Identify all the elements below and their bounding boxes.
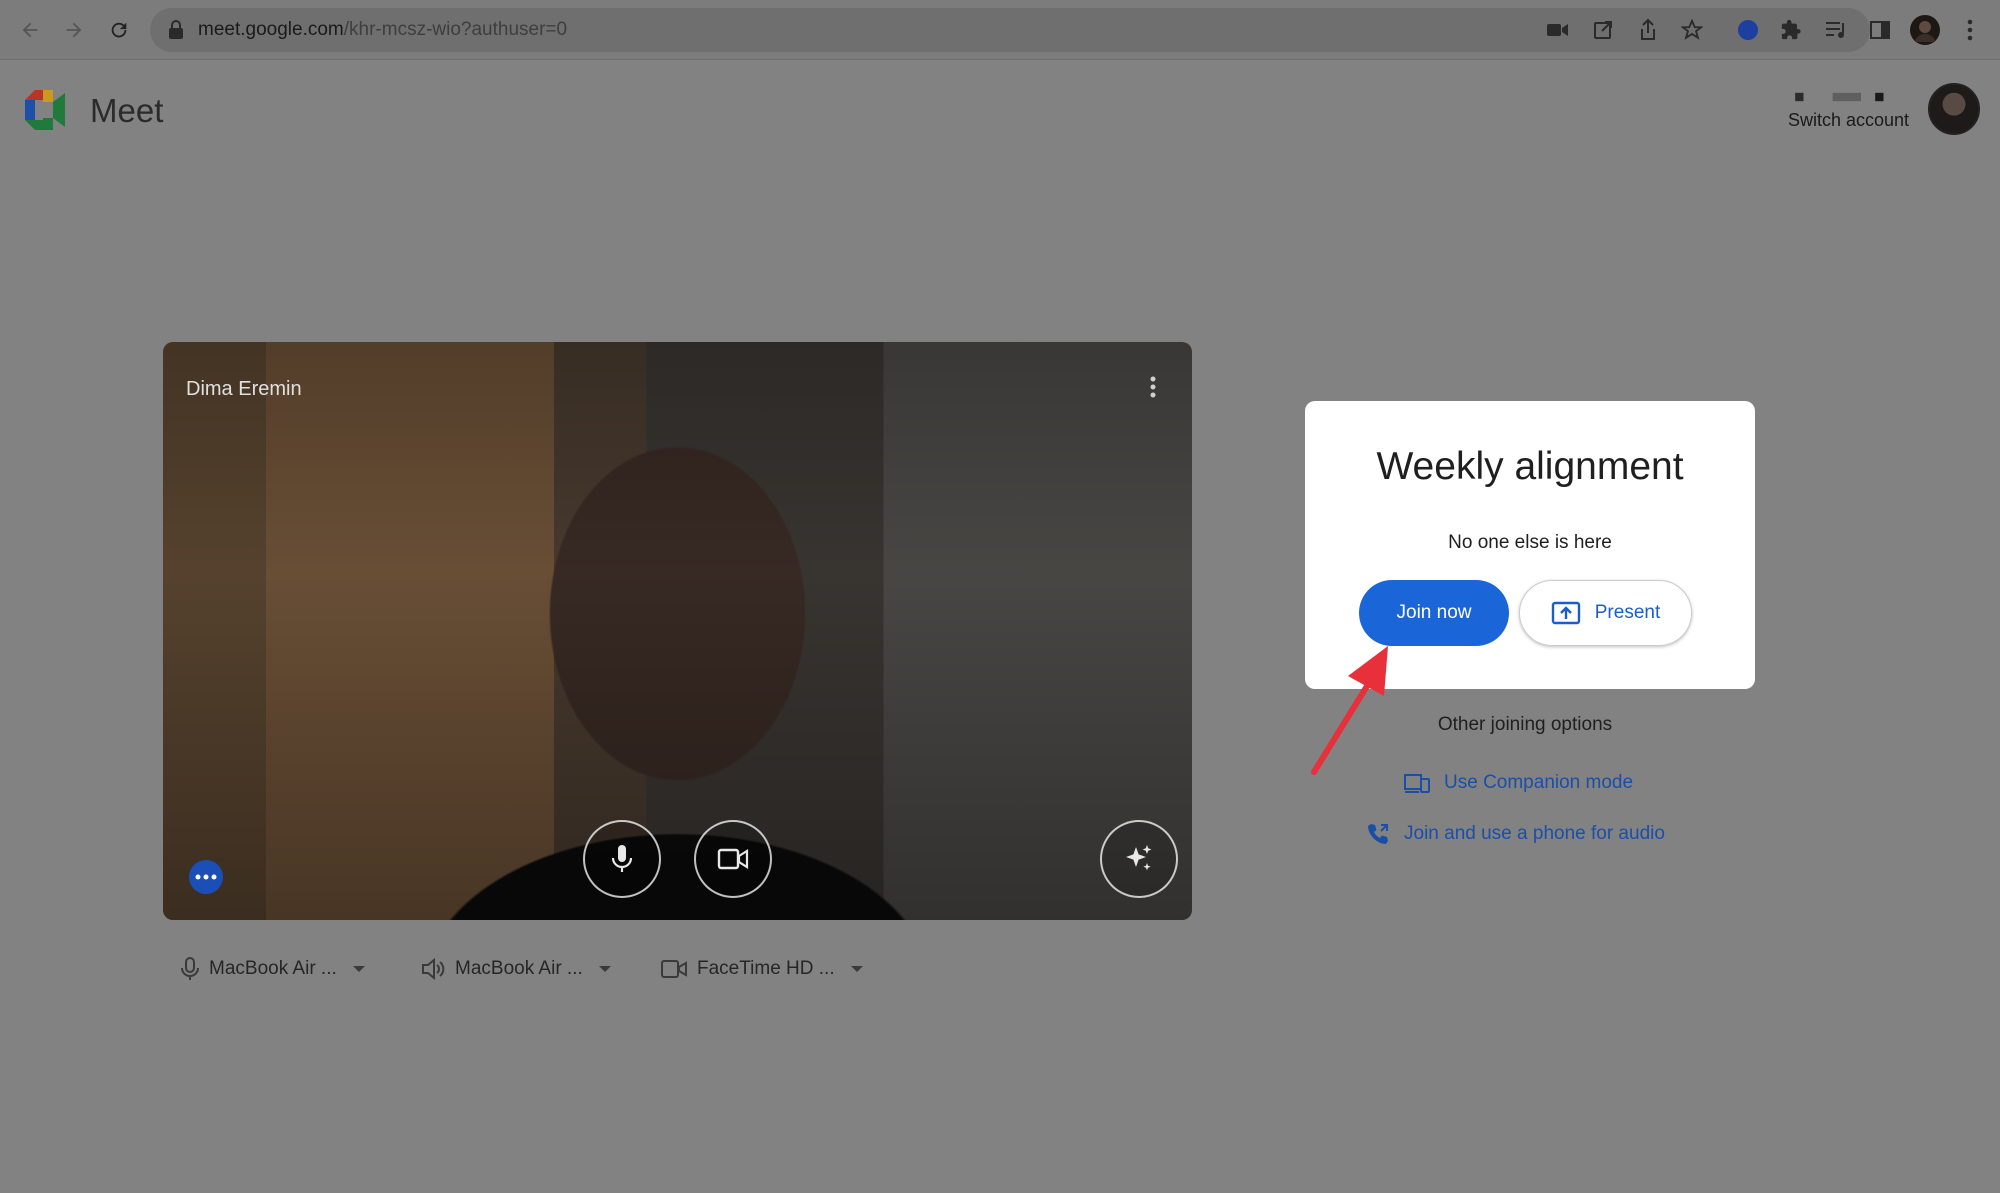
participants-status: No one else is here <box>1448 532 1612 553</box>
companion-mode-link[interactable]: Use Companion mode <box>1404 772 1633 794</box>
account-avatar[interactable] <box>1928 83 1980 135</box>
microphone-toggle[interactable] <box>583 820 661 898</box>
camera-icon <box>717 848 749 870</box>
back-arrow-icon[interactable] <box>14 14 46 46</box>
camera-device-label: FaceTime HD ... <box>697 958 835 979</box>
share-icon[interactable] <box>1633 15 1663 45</box>
url-text: meet.google.com/khr-mcsz-wio?authuser=0 <box>198 19 568 40</box>
forward-arrow-icon[interactable] <box>58 14 90 46</box>
puzzle-extensions-icon[interactable] <box>1776 15 1806 45</box>
self-view-preview: Dima Eremin <box>163 342 1192 920</box>
present-button[interactable]: Present <box>1519 580 1692 646</box>
microphone-icon <box>611 845 633 872</box>
annotation-arrow-icon <box>1311 646 1388 775</box>
chevron-down-icon <box>598 966 611 972</box>
microphone-device-label: MacBook Air ... <box>209 958 337 979</box>
speaker-select[interactable]: MacBook Air ... <box>421 954 611 984</box>
phone-audio-label: Join and use a phone for audio <box>1404 823 1665 844</box>
profile-avatar-icon[interactable] <box>1910 15 1940 45</box>
extension-dot-icon[interactable] <box>1733 15 1763 45</box>
more-dots-icon[interactable] <box>189 860 223 894</box>
present-screen-icon <box>1551 601 1580 625</box>
camera-icon[interactable] <box>1543 15 1573 45</box>
speaker-icon <box>422 958 445 980</box>
companion-mode-label: Use Companion mode <box>1444 772 1634 793</box>
microphone-select[interactable]: MacBook Air ... <box>181 954 365 984</box>
meet-logo-icon[interactable] <box>25 90 73 135</box>
account-email-redacted <box>1795 92 1884 102</box>
camera-select[interactable]: FaceTime HD ... <box>661 954 863 984</box>
chevron-down-icon <box>352 966 365 972</box>
preview-options-icon[interactable] <box>1143 372 1163 402</box>
kebab-menu-icon[interactable] <box>1955 15 1985 45</box>
bookmark-star-icon[interactable] <box>1677 15 1707 45</box>
meeting-title: Weekly alignment <box>1376 445 1684 488</box>
reload-icon[interactable] <box>103 14 135 46</box>
phone-call-icon <box>1368 824 1388 844</box>
microphone-icon <box>181 957 199 980</box>
switch-account-link[interactable]: Switch account <box>1788 110 1909 131</box>
browser-toolbar: meet.google.com/khr-mcsz-wio?authuser=0 <box>0 0 2000 60</box>
side-panel-icon[interactable] <box>1865 15 1895 45</box>
camera-icon <box>661 960 687 978</box>
sparkle-effects-icon <box>1126 845 1152 871</box>
media-controls-icon[interactable] <box>1821 15 1851 45</box>
visual-effects-button[interactable] <box>1100 820 1178 898</box>
camera-toggle[interactable] <box>694 820 772 898</box>
chevron-down-icon <box>850 966 863 972</box>
app-title: Meet <box>90 92 164 129</box>
participant-name: Dima Eremin <box>186 378 302 400</box>
present-label: Present <box>1594 602 1661 623</box>
lock-icon <box>168 20 184 45</box>
speaker-device-label: MacBook Air ... <box>455 958 583 979</box>
join-now-button[interactable]: Join now <box>1359 580 1509 646</box>
open-in-window-icon[interactable] <box>1588 15 1618 45</box>
phone-audio-link[interactable]: Join and use a phone for audio <box>1366 822 1665 846</box>
preview-shade <box>163 342 1192 920</box>
